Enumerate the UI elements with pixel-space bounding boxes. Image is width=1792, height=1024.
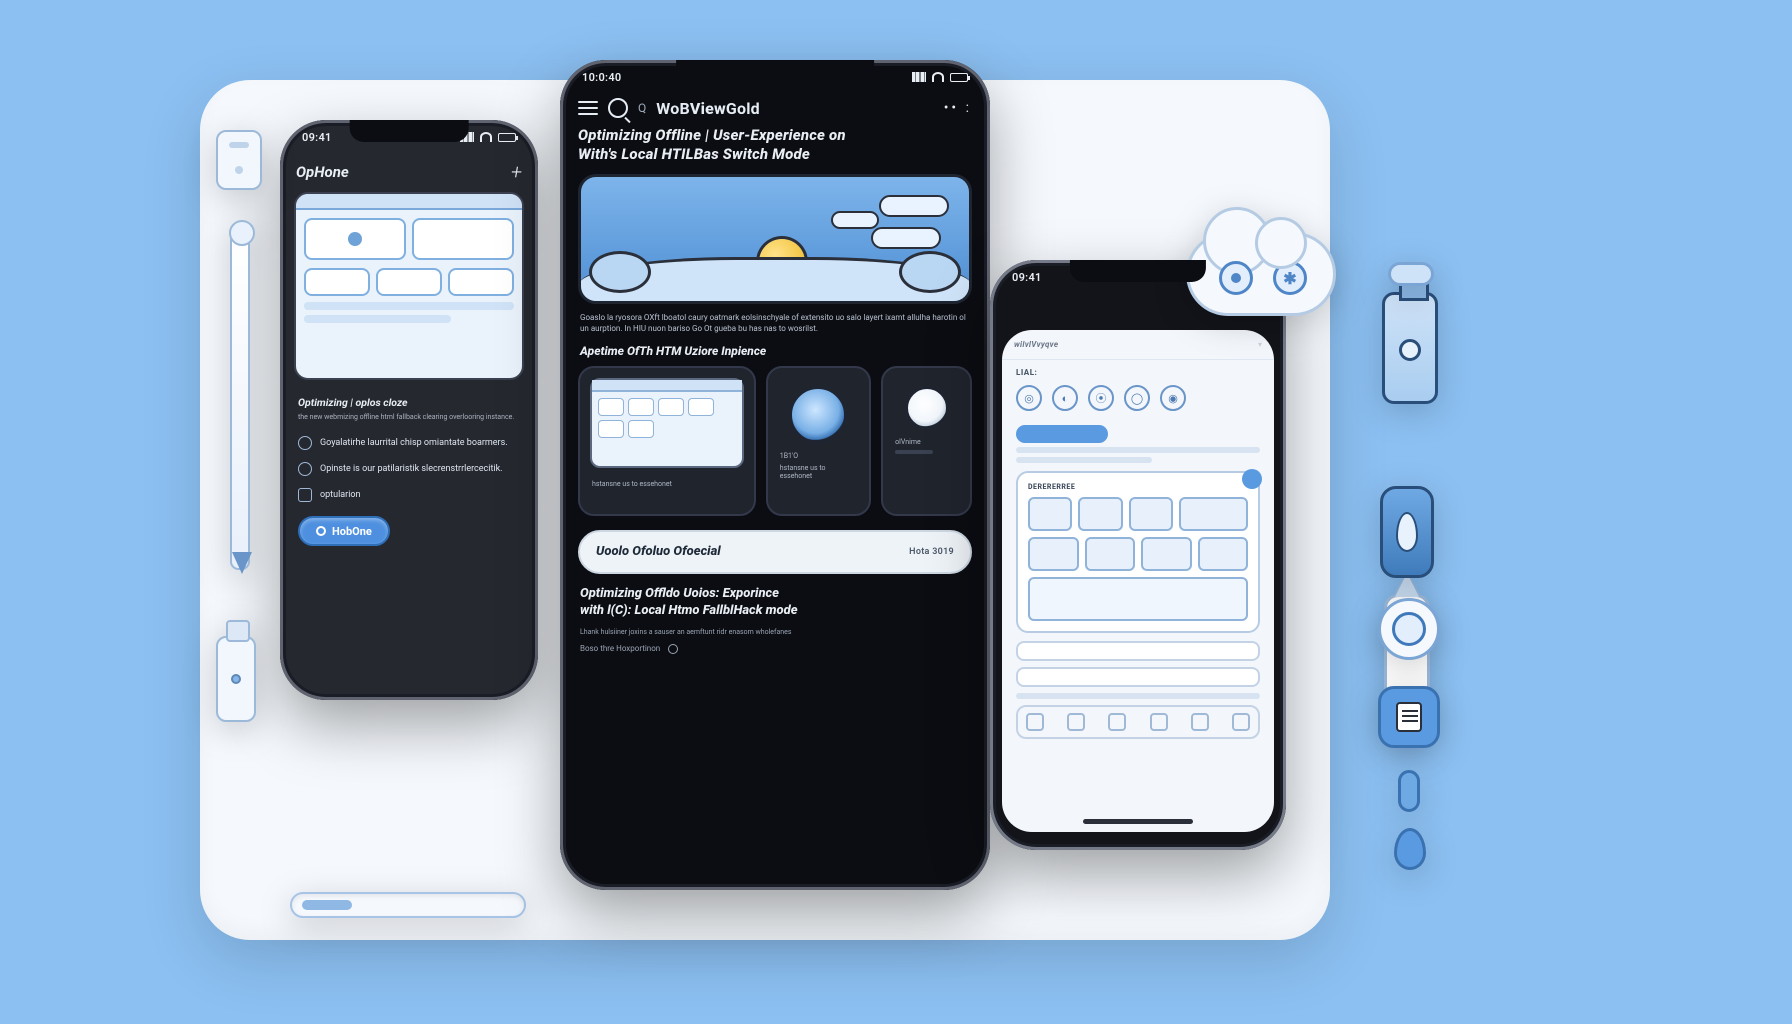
icon-4[interactable]: ◯ xyxy=(1124,385,1150,411)
left-cta-button[interactable]: HobOne xyxy=(298,516,390,546)
left-section-body: the new webmizing offline html fallback … xyxy=(280,411,538,430)
disc-icon xyxy=(905,386,949,430)
phone-center: 10:0:40 Q WoBViewGold •• : Optimizing Of… xyxy=(560,60,990,890)
prop-tile xyxy=(216,130,262,190)
slot-1[interactable] xyxy=(1016,641,1260,661)
document-icon xyxy=(1396,702,1422,732)
stage-card: 09:41 OpHone + Optimizing | oplos cloze … xyxy=(200,80,1330,940)
prop-capsule xyxy=(1398,770,1420,812)
nav-item[interactable] xyxy=(1026,713,1044,731)
prop-gem xyxy=(1380,486,1434,578)
prop-pen xyxy=(230,230,250,570)
status-indicators xyxy=(912,72,968,82)
nav-item[interactable] xyxy=(1232,713,1250,731)
disc-icon xyxy=(789,386,847,444)
status-time: 09:41 xyxy=(302,131,332,144)
status-time: 10:0:40 xyxy=(582,71,622,84)
nav-item[interactable] xyxy=(1191,713,1209,731)
clock-icon xyxy=(298,436,312,450)
right-screen: wilvlVvyqve ▾ LIAL: ◎ ◐ ⦿ ◯ ◉ DERERERREE xyxy=(1002,330,1274,832)
doc-icon xyxy=(298,462,312,476)
notch xyxy=(1070,260,1206,282)
prop-usb xyxy=(216,636,256,722)
nav-item[interactable] xyxy=(1108,713,1126,731)
left-item-0[interactable]: Goyalatirhe laurrital chisp omiantate bo… xyxy=(280,430,538,456)
chevron-down-icon[interactable]: ▾ xyxy=(1258,340,1262,349)
hero-illustration xyxy=(578,174,972,304)
left-title: OpHone xyxy=(296,163,349,181)
cloud-toggle-1[interactable] xyxy=(1219,261,1253,295)
notch xyxy=(350,120,469,142)
breadcrumb: wilvlVvyqve ▾ xyxy=(1002,330,1274,360)
phone-left: 09:41 OpHone + Optimizing | oplos cloze … xyxy=(280,120,538,700)
text-line xyxy=(1016,447,1260,453)
nav-item[interactable] xyxy=(1067,713,1085,731)
brand-title: WoBViewGold xyxy=(656,99,760,118)
center-separator: Uoolo Ofoluo Ofoecial Hota 3019 xyxy=(578,530,972,574)
card-badge xyxy=(1242,469,1262,489)
prop-lozenge xyxy=(1388,262,1434,286)
prop-square-button[interactable] xyxy=(1378,686,1440,748)
nav-item[interactable] xyxy=(1150,713,1168,731)
left-item-1[interactable]: Opinste is our patilaristik slecrenstrrl… xyxy=(280,456,538,482)
prop-canister xyxy=(1382,292,1438,404)
panel-disc-2[interactable]: olVnime xyxy=(881,366,972,516)
left-item-2[interactable]: optularion xyxy=(280,482,538,508)
status-time: 09:41 xyxy=(1012,271,1042,284)
icon-1[interactable]: ◎ xyxy=(1016,385,1042,411)
circle-icon xyxy=(316,526,326,536)
status-indicators xyxy=(460,132,516,142)
more-icon[interactable]: •• : xyxy=(944,100,972,116)
footnote: Lhank hulsiiner joxins a sauser an aemft… xyxy=(560,624,990,640)
phone-right: 09:41 wilvlVvyqve ▾ LIAL: ◎ ◐ ⦿ ◯ ◉ DERE… xyxy=(990,260,1286,850)
notch xyxy=(676,60,874,82)
section-heading-2: Optimizing Offldo Uoios: Exporince with … xyxy=(560,574,990,624)
bottom-nav xyxy=(1016,705,1260,739)
article-title: Optimizing Offline | User-Experience on … xyxy=(560,126,990,164)
icon-3[interactable]: ⦿ xyxy=(1088,385,1114,411)
text-line xyxy=(1016,457,1152,463)
article-subtitle: Goaslo la ryosora OXft lboatol caury oat… xyxy=(560,312,990,334)
cloud-toggle-2[interactable]: ✱ xyxy=(1273,261,1307,295)
menu-icon[interactable] xyxy=(578,101,598,115)
folder-icon xyxy=(298,488,312,502)
icon-row: ◎ ◐ ⦿ ◯ ◉ xyxy=(1002,381,1274,421)
center-panel-row: hstansne us to essehonet 1B1'O hstansne … xyxy=(560,366,990,516)
prop-cloud: ✱ xyxy=(1186,232,1336,316)
home-indicator[interactable] xyxy=(1083,819,1193,824)
text-line xyxy=(1016,693,1260,699)
footer-meta: Boso thre Hoxportinon xyxy=(560,640,990,654)
left-topbar: OpHone + xyxy=(280,154,538,188)
primary-pill[interactable] xyxy=(1016,425,1108,443)
search-placeholder: Q xyxy=(638,101,646,115)
prop-teardrop xyxy=(1394,828,1426,870)
section-heading: Apetime OfTh HTM Uziore Inpience xyxy=(560,334,990,366)
slider-track[interactable] xyxy=(290,892,526,918)
add-icon[interactable]: + xyxy=(511,160,522,184)
left-section-title: Optimizing | oplos cloze xyxy=(280,390,538,411)
avatar-icon xyxy=(668,644,678,654)
search-icon[interactable] xyxy=(608,98,628,118)
slot-2[interactable] xyxy=(1016,667,1260,687)
section-label: LIAL: xyxy=(1002,360,1274,381)
panel-disc-1[interactable]: 1B1'O hstansne us to essehonet xyxy=(766,366,871,516)
content-card: DERERERREE xyxy=(1016,471,1260,633)
prop-coin xyxy=(1378,598,1440,660)
left-preview-window xyxy=(294,192,524,380)
panel-preview[interactable]: hstansne us to essehonet xyxy=(578,366,756,516)
center-topbar: Q WoBViewGold •• : xyxy=(560,94,990,126)
icon-2[interactable]: ◐ xyxy=(1052,385,1078,411)
icon-5[interactable]: ◉ xyxy=(1160,385,1186,411)
